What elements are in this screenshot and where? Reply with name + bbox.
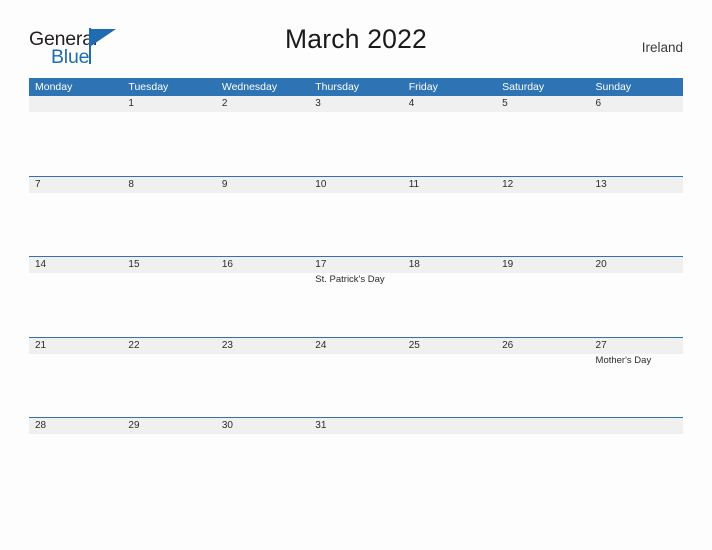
weekday-header-friday: Friday — [408, 81, 438, 93]
day-cell[interactable]: 20 — [589, 257, 683, 337]
day-cell[interactable] — [402, 418, 497, 446]
day-cell[interactable]: 22 — [122, 337, 216, 418]
day-number: 16 — [221, 259, 233, 270]
day-number: 15 — [128, 259, 140, 270]
day-cell[interactable]: 1 — [122, 96, 216, 176]
day-event: Mother's Day — [595, 354, 652, 366]
day-number: 22 — [128, 339, 140, 351]
day-cell[interactable]: 4 — [402, 96, 497, 176]
day-cell[interactable]: 15 — [122, 257, 216, 337]
day-strip — [589, 96, 683, 112]
day-cell[interactable]: 2 — [215, 96, 310, 176]
day-number: 25 — [408, 339, 420, 351]
day-strip — [496, 418, 590, 434]
day-cell[interactable]: 11 — [402, 176, 497, 257]
calendar-week-row: 21 22 23 24 25 26 27 Mother's Day — [29, 336, 683, 418]
day-number: 31 — [315, 420, 327, 431]
day-number: 7 — [35, 178, 41, 190]
calendar-week-row: 28 29 30 31 — [29, 417, 683, 446]
calendar-week-row: 7 8 9 10 11 12 13 — [29, 175, 683, 257]
day-cell[interactable]: 17 St. Patrick's Day — [309, 257, 403, 337]
country-label: Ireland — [641, 40, 683, 55]
day-cell[interactable]: 24 — [309, 337, 403, 418]
weekday-header-tuesday: Tuesday — [128, 81, 169, 93]
day-cell[interactable]: 8 — [122, 176, 216, 257]
day-cell[interactable]: 5 — [496, 96, 590, 176]
day-cell[interactable]: 21 — [29, 337, 123, 418]
day-number: 23 — [221, 339, 233, 351]
day-number: 19 — [502, 259, 514, 270]
day-number: 8 — [128, 178, 134, 190]
day-number: 30 — [221, 420, 233, 431]
weekday-header-thursday: Thursday — [315, 81, 360, 93]
calendar-week-row: 1 2 3 4 5 6 — [29, 96, 683, 176]
day-strip — [122, 176, 216, 193]
day-cell[interactable]: 14 — [29, 257, 123, 337]
day-cell[interactable]: 31 — [309, 418, 403, 446]
day-cell[interactable]: 13 — [589, 176, 683, 257]
day-number: 9 — [221, 178, 228, 190]
day-number: 26 — [502, 339, 514, 351]
day-strip — [29, 96, 123, 112]
day-strip — [215, 96, 310, 112]
day-number: 17 — [315, 259, 327, 270]
day-number: 27 — [595, 339, 607, 351]
day-number: 20 — [595, 259, 607, 270]
day-cell[interactable]: 10 — [309, 176, 403, 257]
day-number: 5 — [502, 98, 508, 109]
calendar-grid: Monday Tuesday Wednesday Thursday Friday… — [29, 78, 683, 446]
day-number: 2 — [221, 98, 228, 109]
day-cell[interactable] — [496, 418, 590, 446]
day-event: St. Patrick's Day — [315, 274, 385, 285]
day-number: 4 — [408, 98, 415, 109]
day-cell[interactable]: 18 — [402, 257, 497, 337]
calendar-page: General Blue March 2022 Ireland Monday T… — [0, 0, 712, 550]
day-number: 3 — [315, 98, 321, 109]
day-cell[interactable]: 7 — [29, 176, 123, 257]
day-number: 21 — [35, 339, 47, 351]
weekday-header-wednesday: Wednesday — [221, 81, 278, 93]
calendar-week-row: 14 15 16 17 St. Patrick's Day 18 19 20 — [29, 256, 683, 337]
day-strip — [122, 96, 216, 112]
page-header: General Blue March 2022 Ireland — [29, 24, 683, 70]
day-cell[interactable]: 3 — [309, 96, 403, 176]
weekday-header-sunday: Sunday — [595, 81, 632, 93]
day-cell[interactable]: 9 — [215, 176, 310, 257]
day-cell[interactable]: 23 — [215, 337, 310, 418]
day-cell[interactable] — [29, 96, 123, 176]
day-number: 14 — [35, 259, 47, 270]
weekday-header-row: Monday Tuesday Wednesday Thursday Friday… — [29, 78, 683, 96]
day-cell[interactable]: 30 — [215, 418, 310, 446]
day-number: 10 — [315, 178, 327, 190]
day-number: 13 — [595, 178, 607, 190]
day-cell[interactable]: 25 — [402, 337, 497, 418]
day-number: 12 — [502, 178, 514, 190]
page-title: March 2022 — [285, 24, 427, 54]
day-strip — [402, 418, 497, 434]
day-cell[interactable]: 16 — [215, 257, 310, 337]
day-number: 24 — [315, 339, 327, 351]
day-number: 6 — [595, 98, 602, 109]
day-strip — [309, 96, 403, 112]
day-number: 29 — [128, 420, 140, 431]
day-cell[interactable] — [589, 418, 683, 446]
day-strip — [496, 96, 590, 112]
day-number: 1 — [128, 98, 134, 109]
day-cell[interactable]: 6 — [589, 96, 683, 176]
day-cell[interactable]: 19 — [496, 257, 590, 337]
day-cell[interactable]: 12 — [496, 176, 590, 257]
day-cell[interactable]: 27 Mother's Day — [589, 337, 683, 418]
day-strip — [589, 418, 683, 434]
day-cell[interactable]: 29 — [122, 418, 216, 446]
day-strip — [402, 96, 497, 112]
day-number: 28 — [35, 420, 47, 431]
day-number: 11 — [408, 178, 420, 190]
day-strip — [29, 176, 123, 193]
day-strip — [215, 176, 310, 193]
weekday-header-monday: Monday — [35, 81, 73, 93]
day-number: 18 — [408, 259, 420, 270]
day-cell[interactable]: 26 — [496, 337, 590, 418]
weekday-header-saturday: Saturday — [502, 81, 545, 93]
day-cell[interactable]: 28 — [29, 418, 123, 446]
